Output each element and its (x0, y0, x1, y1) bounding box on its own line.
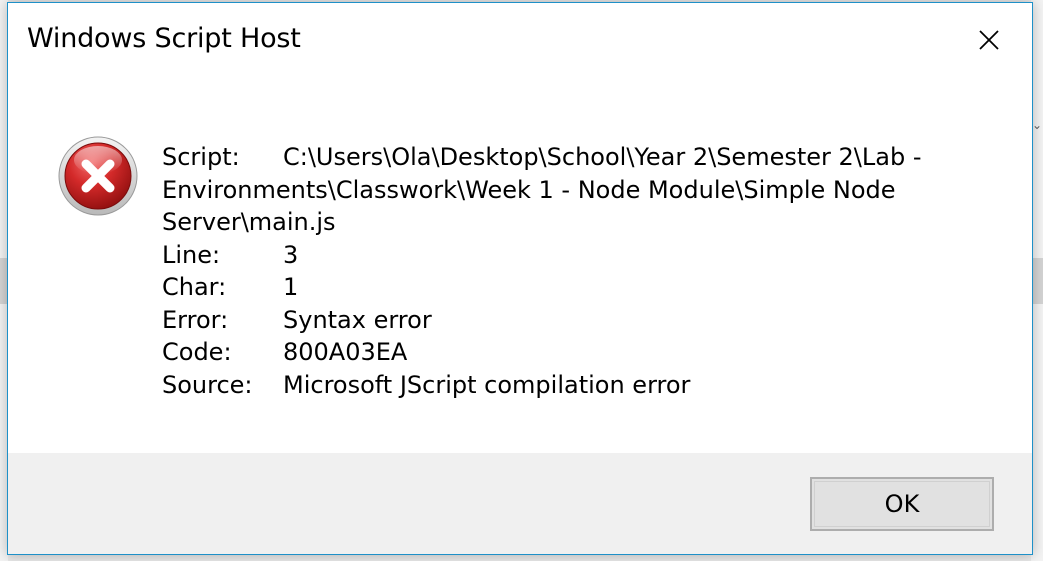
script-row-cont: Server\main.js (162, 206, 992, 239)
error-icon (58, 136, 138, 216)
char-label: Char: (162, 273, 227, 301)
code-label: Code: (162, 338, 232, 366)
script-value-line3: Server\main.js (162, 208, 336, 236)
script-value: C:\Users\Ola\Desktop\School\Year 2\Semes… (283, 141, 992, 174)
source-label: Source: (162, 370, 253, 399)
dialog-title: Windows Script Host (27, 23, 301, 54)
error-dialog: Windows Script Host Script: C:\Users\Ola… (7, 2, 1033, 555)
line-value: 3 (283, 240, 299, 269)
error-label: Error: (162, 305, 229, 334)
line-row: Line: 3 (162, 239, 992, 272)
code-value: 800A03EA (283, 338, 408, 366)
char-value: 1 (283, 273, 299, 301)
error-value: Syntax error (283, 305, 432, 334)
script-row: Script: C:\Users\Ola\Desktop\School\Year… (162, 141, 992, 174)
error-row: Error: Syntax error (162, 304, 992, 337)
dialog-content: Script: C:\Users\Ola\Desktop\School\Year… (8, 77, 1032, 453)
title-bar[interactable]: Windows Script Host (8, 3, 1032, 77)
script-row-cont: Environments\Classwork\Week 1 - Node Mod… (162, 174, 992, 207)
source-value: Microsoft JScript compilation error (283, 370, 691, 399)
script-value-line1: C:\Users\Ola\Desktop\School\Year 2\Semes… (283, 143, 922, 171)
ok-button[interactable]: OK (810, 477, 994, 531)
code-row: Code: 800A03EA (162, 336, 992, 369)
close-button[interactable] (946, 3, 1032, 77)
script-label: Script: (162, 143, 240, 171)
error-details: Script: C:\Users\Ola\Desktop\School\Year… (162, 141, 992, 401)
close-icon (979, 30, 999, 50)
line-label: Line: (162, 240, 221, 269)
ok-button-label: OK (884, 490, 920, 518)
dialog-footer: OK (8, 453, 1032, 554)
char-row: Char: 1 (162, 271, 992, 304)
chevron-down-icon: ⌄ (1032, 118, 1043, 132)
source-row: Source: Microsoft JScript compilation er… (162, 369, 992, 402)
script-value-line2: Environments\Classwork\Week 1 - Node Mod… (162, 175, 896, 204)
